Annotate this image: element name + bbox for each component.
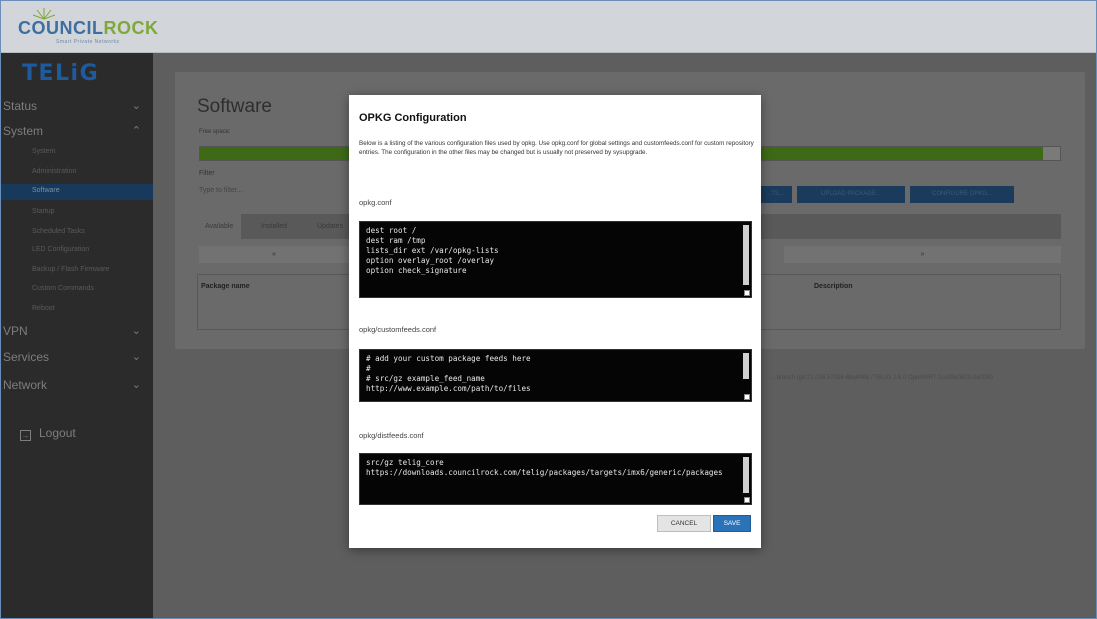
footer-version: ... branch (git-21.016.57036-6ba8f49) / … [770, 375, 993, 381]
tab-updates[interactable]: Updates [309, 214, 351, 239]
sidebar-item-custom-commands[interactable]: Custom Commands [0, 282, 153, 298]
editor-distfeeds-conf[interactable]: src/gz telig_core https://downloads.coun… [359, 453, 752, 505]
sidebar-item-scheduled-tasks[interactable]: Scheduled Tasks [0, 225, 153, 241]
resize-handle-icon[interactable] [744, 394, 750, 400]
brand-logo[interactable]: COUNCILROCK Smart Private Networks [18, 6, 168, 48]
scrollbar[interactable] [743, 353, 749, 379]
sidebar-group-system[interactable]: System ⌃ [0, 121, 153, 143]
resize-handle-icon[interactable] [744, 497, 750, 503]
chevron-down-icon: ⌄ [131, 351, 141, 363]
scrollbar[interactable] [743, 225, 749, 285]
brand-name: COUNCILROCK [18, 18, 159, 38]
chevron-down-icon: ⌄ [131, 100, 141, 112]
sidebar-item-led-configuration[interactable]: LED Configuration [0, 243, 153, 259]
sidebar-group-label: Services [3, 350, 50, 364]
chevron-down-icon: ⌄ [131, 325, 141, 337]
sidebar-item-startup[interactable]: Startup [0, 205, 153, 221]
filter-input[interactable]: Type to filter... [197, 185, 347, 199]
telig-logo: TELiG [22, 61, 100, 86]
brand-tagline: Smart Private Networks [56, 39, 120, 45]
cancel-button[interactable]: CANCEL [657, 515, 711, 532]
editor-content: src/gz telig_core https://downloads.coun… [366, 458, 723, 477]
update-lists-button[interactable]: ...TS... [758, 186, 792, 203]
opkg-config-modal: OPKG Configuration Below is a listing of… [349, 95, 761, 548]
sidebar-item-administration[interactable]: Administration [0, 165, 153, 181]
editor-content: dest root / dest ram /tmp lists_dir ext … [366, 226, 499, 275]
chevron-up-icon: ⌃ [131, 125, 141, 137]
editor-customfeeds-conf[interactable]: # add your custom package feeds here # #… [359, 349, 752, 402]
chevron-down-icon: ⌄ [131, 379, 141, 391]
configure-opkg-button[interactable]: CONFIGURE OPKG... [910, 186, 1014, 203]
resize-handle-icon[interactable] [744, 290, 750, 296]
sidebar-group-label: VPN [3, 324, 28, 338]
pager-prev-button[interactable]: « [199, 246, 349, 263]
column-description: Description [814, 283, 853, 290]
sidebar-group-label: System [3, 124, 44, 138]
sidebar-group-vpn[interactable]: VPN ⌄ [0, 321, 153, 343]
file-label-opkg-conf: opkg.conf [359, 198, 392, 207]
editor-content: # add your custom package feeds here # #… [366, 354, 531, 393]
top-header: COUNCILROCK Smart Private Networks [0, 0, 1097, 53]
logout-label: Logout [39, 426, 76, 440]
sidebar-group-label: Network [3, 378, 48, 392]
sidebar-item-software[interactable]: Software [0, 184, 153, 200]
upload-package-button[interactable]: UPLOAD PACKAGE... [797, 186, 905, 203]
page-title: Software [197, 96, 272, 117]
file-label-distfeeds: opkg/distfeeds.conf [359, 431, 424, 440]
sidebar-group-network[interactable]: Network ⌄ [0, 375, 153, 397]
file-label-customfeeds: opkg/customfeeds.conf [359, 325, 437, 334]
editor-opkg-conf[interactable]: dest root / dest ram /tmp lists_dir ext … [359, 221, 752, 298]
filter-label: Filter [199, 170, 215, 177]
pager-next-button[interactable]: » [784, 246, 1061, 263]
tab-installed[interactable]: Installed [253, 214, 295, 239]
sidebar-group-services[interactable]: Services ⌄ [0, 347, 153, 369]
column-package-name: Package name [201, 283, 250, 290]
sidebar-item-backup-flash[interactable]: Backup / Flash Firmware [0, 263, 153, 279]
sidebar-group-label: Status [3, 99, 38, 113]
modal-description: Below is a listing of the various config… [359, 140, 754, 156]
sidebar-item-system[interactable]: System [0, 145, 153, 161]
sidebar-item-reboot[interactable]: Reboot [0, 302, 153, 318]
scrollbar[interactable] [743, 457, 749, 493]
logout-icon: → [20, 430, 31, 441]
modal-title: OPKG Configuration [359, 112, 467, 124]
logout-link[interactable]: → Logout [20, 426, 76, 441]
free-space-label: Free space: [199, 129, 231, 135]
tab-available[interactable]: Available [197, 214, 242, 239]
sidebar-group-status[interactable]: Status ⌄ [0, 96, 153, 118]
sidebar: TELiG Status ⌄ System ⌃ System Administr… [0, 53, 153, 619]
save-button[interactable]: SAVE [713, 515, 751, 532]
